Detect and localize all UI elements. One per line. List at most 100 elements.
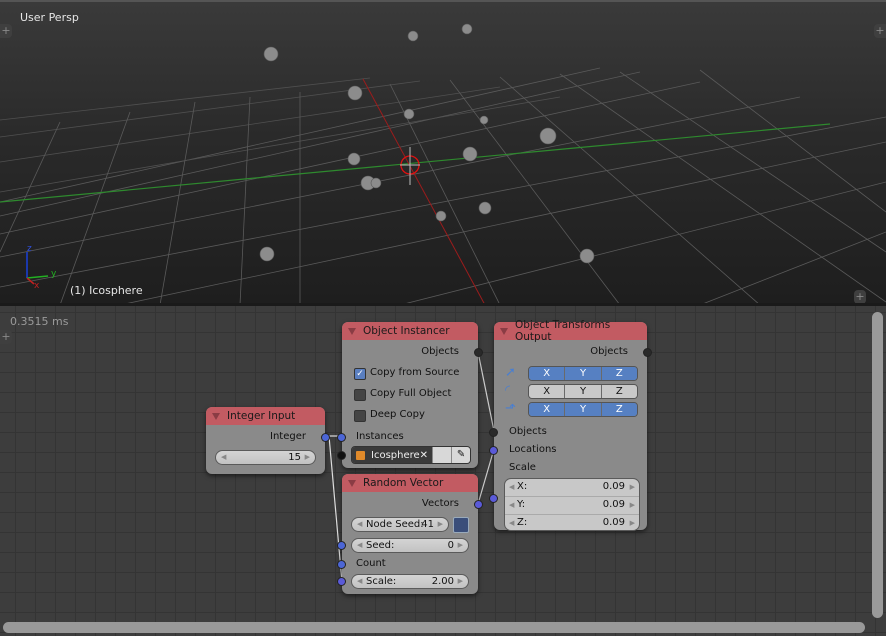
output-socket-vectors[interactable] xyxy=(474,500,483,509)
gizmo-y-label: y xyxy=(51,269,57,279)
node-editor[interactable]: 0.3515 ms + Integer Input Integer ◀ 15 ▶ O… xyxy=(0,306,886,636)
object-selector[interactable]: Icosphere ✕ ✎ xyxy=(351,446,471,464)
checkbox-copy-from-source[interactable]: ✓ xyxy=(354,368,366,380)
grid-line xyxy=(0,71,641,217)
object-field[interactable]: Icosphere ✕ xyxy=(352,447,433,463)
node-seed-label: Node Seed: xyxy=(366,519,424,530)
node-header[interactable]: Object Transforms Output xyxy=(494,319,647,343)
scale-x-label: X: xyxy=(517,481,528,492)
scale-x-field[interactable]: ◀ X: 0.09 ▶ xyxy=(505,479,639,497)
node-object-transforms-output[interactable]: Object Transforms Output Objects ➚ X Y Z… xyxy=(489,319,652,531)
toggle-loc-z[interactable]: Z xyxy=(601,367,637,380)
input-socket-objects[interactable] xyxy=(489,428,498,437)
integer-value-field[interactable]: ◀ 15 ▶ xyxy=(215,450,316,465)
vertical-scrollbar[interactable] xyxy=(872,312,883,618)
grid-line xyxy=(0,77,371,121)
input-socket-object[interactable] xyxy=(337,451,346,460)
horizontal-scrollbar[interactable] xyxy=(3,622,865,633)
node-integer-input[interactable]: Integer Input Integer ◀ 15 ▶ xyxy=(206,407,330,474)
option-copy-from-source[interactable]: ✓ Copy from Source xyxy=(342,365,478,381)
collapse-icon[interactable] xyxy=(500,327,508,335)
grid-line xyxy=(0,121,61,253)
option-label: Copy Full Object xyxy=(370,388,452,399)
icosphere-instance xyxy=(462,146,478,162)
option-label: Copy from Source xyxy=(370,367,460,378)
icosphere-instance xyxy=(461,23,473,35)
icosphere-instance xyxy=(370,177,382,189)
3d-viewport[interactable]: z y x User Persp (1) Icosphere + + + xyxy=(0,0,886,303)
scale-field[interactable]: ◀ Scale: 2.00 ▶ xyxy=(351,574,469,589)
scale-z-label: Z: xyxy=(517,517,528,528)
object-type-icon[interactable] xyxy=(432,447,452,463)
icosphere-instance xyxy=(407,30,419,42)
clear-icon[interactable]: ✕ xyxy=(420,450,428,461)
input-socket-count[interactable] xyxy=(337,560,346,569)
option-deep-copy[interactable]: Deep Copy xyxy=(342,407,478,423)
option-label: Deep Copy xyxy=(370,409,425,420)
node-object-instancer[interactable]: Object Instancer Objects ✓ Copy from Sou… xyxy=(337,322,483,468)
input-socket-scale[interactable] xyxy=(489,494,498,503)
icosphere-instance xyxy=(539,127,557,145)
checkbox-copy-full-object[interactable] xyxy=(354,389,366,401)
icosphere-instance xyxy=(347,152,361,166)
node-seed-field[interactable]: ◀ Node Seed: 41 ▶ xyxy=(351,517,449,532)
toggle-rot-z[interactable]: Z xyxy=(601,385,637,398)
output-socket-integer[interactable] xyxy=(321,433,330,442)
output-socket-objects[interactable] xyxy=(474,348,483,357)
node-random-vector[interactable]: Random Vector Vectors ◀ Node Seed: 41 ▶ ◀ Se… xyxy=(337,474,483,594)
grid-line xyxy=(159,101,196,303)
output-socket-objects[interactable] xyxy=(643,348,652,357)
rotation-toggles[interactable]: X Y Z xyxy=(528,384,638,399)
toggle-rot-x[interactable]: X xyxy=(529,385,566,398)
grid-line xyxy=(0,116,886,288)
output-integer-label: Integer xyxy=(270,431,306,442)
input-objects-label: Objects xyxy=(509,426,547,437)
scale-toggles[interactable]: X Y Z xyxy=(528,402,638,417)
mesh-object-icon xyxy=(356,450,365,460)
grid-line xyxy=(449,79,619,303)
option-copy-full-object[interactable]: Copy Full Object xyxy=(342,386,478,402)
viewport-corner-button[interactable]: + xyxy=(854,290,866,303)
node-title: Object Transforms Output xyxy=(515,319,611,343)
seed-label: Seed: xyxy=(366,540,395,551)
icosphere-instance xyxy=(479,115,489,125)
collapse-icon[interactable] xyxy=(348,327,356,335)
toggle-scale-y[interactable]: Y xyxy=(565,403,602,416)
scale-y-field[interactable]: ◀ Y: 0.09 ▶ xyxy=(505,497,639,515)
collapse-icon[interactable] xyxy=(212,412,220,420)
node-header[interactable]: Integer Input xyxy=(206,407,325,425)
location-toggles[interactable]: X Y Z xyxy=(528,366,638,381)
input-socket-instances[interactable] xyxy=(337,433,346,442)
toggle-scale-z[interactable]: Z xyxy=(601,403,637,416)
toggle-scale-x[interactable]: X xyxy=(529,403,566,416)
node-header[interactable]: Random Vector xyxy=(342,474,478,492)
output-objects-label: Objects xyxy=(590,346,628,357)
collapse-icon[interactable] xyxy=(348,479,356,487)
node-header[interactable]: Object Instancer xyxy=(342,322,478,340)
random-seed-button[interactable] xyxy=(453,517,469,533)
toggle-loc-x[interactable]: X xyxy=(529,367,566,380)
toolbar-expand-button[interactable]: + xyxy=(0,24,12,38)
toggle-loc-y[interactable]: Y xyxy=(565,367,602,380)
toggle-rot-y[interactable]: Y xyxy=(565,385,602,398)
checkbox-deep-copy[interactable] xyxy=(354,410,366,422)
eyedropper-icon[interactable]: ✎ xyxy=(451,447,470,463)
icosphere-instance xyxy=(259,246,275,262)
input-socket-seed[interactable] xyxy=(337,541,346,550)
seed-value: 0 xyxy=(447,540,454,551)
integer-value: 15 xyxy=(288,452,301,463)
input-socket-scale[interactable] xyxy=(337,577,346,586)
location-icon: ➚ xyxy=(505,365,516,380)
active-object-label: (1) Icosphere xyxy=(70,284,143,297)
input-socket-locations[interactable] xyxy=(489,446,498,455)
properties-expand-button[interactable]: + xyxy=(874,24,886,38)
icosphere-instance xyxy=(579,248,595,264)
view-label: User Persp xyxy=(20,11,79,24)
y-axis-line xyxy=(0,123,831,203)
scale-vector-field[interactable]: ◀ X: 0.09 ▶ ◀ Y: 0.09 ▶ ◀ Z: 0.09 ▶ xyxy=(504,478,640,531)
grid-line xyxy=(239,96,251,303)
seed-field[interactable]: ◀ Seed: 0 ▶ xyxy=(351,538,469,553)
rotation-icon: ◜ xyxy=(505,383,511,398)
scale-z-field[interactable]: ◀ Z: 0.09 ▶ xyxy=(505,515,639,530)
icosphere-instance xyxy=(435,210,447,222)
